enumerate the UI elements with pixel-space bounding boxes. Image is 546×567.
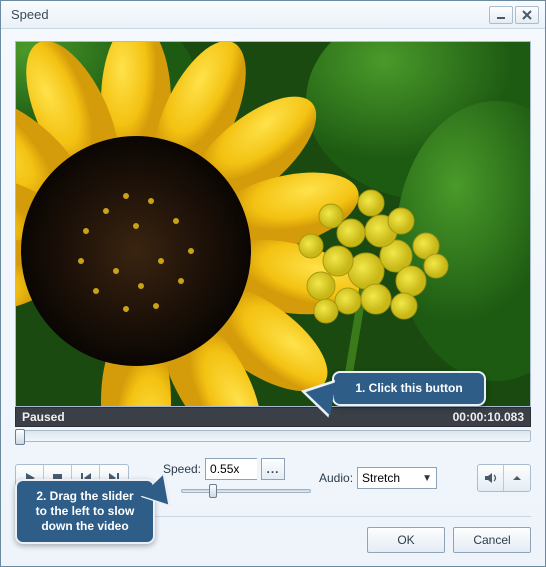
cancel-button[interactable]: Cancel — [453, 527, 531, 553]
speed-more-button[interactable]: ... — [261, 458, 285, 480]
speed-dialog-window: Speed — [0, 0, 546, 567]
annotation-callout-1: 1. Click this button — [332, 371, 486, 406]
speed-slider[interactable] — [181, 484, 311, 498]
scrub-track-bg — [15, 430, 531, 442]
window-controls — [489, 6, 539, 24]
audio-selected-value: Stretch — [362, 471, 400, 485]
minimize-button[interactable] — [489, 6, 513, 24]
video-preview[interactable] — [15, 41, 531, 407]
window-title: Speed — [11, 7, 49, 22]
audio-mode-select[interactable]: Stretch ▼ — [357, 467, 437, 489]
speed-slider-track — [181, 489, 311, 493]
volume-button[interactable] — [478, 465, 504, 491]
speaker-icon — [484, 472, 498, 484]
scrub-handle[interactable] — [15, 429, 25, 445]
annotation-callout-2: 2. Drag the slider to the left to slow d… — [15, 479, 155, 544]
annotation-callout-2-text: 2. Drag the slider to the left to slow d… — [36, 489, 135, 533]
annotation-callout-1-text: 1. Click this button — [355, 381, 462, 395]
titlebar: Speed — [1, 1, 545, 29]
scrub-track[interactable] — [15, 430, 531, 446]
speed-value-input[interactable] — [205, 458, 257, 480]
volume-expand-button[interactable] — [504, 465, 530, 491]
audio-label: Audio: — [319, 471, 353, 485]
audio-group: Audio: Stretch ▼ — [319, 467, 437, 489]
chevron-up-icon — [512, 474, 522, 482]
speed-slider-handle[interactable] — [209, 484, 217, 498]
status-bar: Paused 00:00:10.083 — [15, 407, 531, 427]
playback-state-label: Paused — [22, 410, 65, 424]
timecode-label: 00:00:10.083 — [453, 410, 524, 424]
close-button[interactable] — [515, 6, 539, 24]
chevron-down-icon: ▼ — [422, 473, 432, 484]
ok-button[interactable]: OK — [367, 527, 445, 553]
preview-frame-image — [16, 42, 530, 406]
volume-button-group — [477, 464, 531, 492]
